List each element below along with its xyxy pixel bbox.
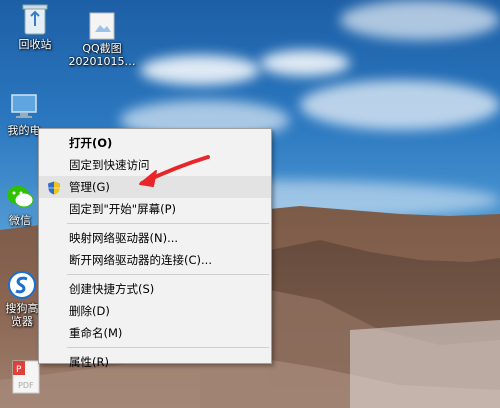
wechat-label: 微信 <box>9 214 31 227</box>
recycle-bin[interactable]: 回收站 <box>0 2 70 51</box>
sogou-browser-icon <box>7 270 37 300</box>
qq-screenshot-file[interactable]: QQ截图 20201015… <box>68 12 136 68</box>
menu-item-pin-quick-access[interactable]: 固定到快速访问 <box>39 154 271 176</box>
qq-screenshot-label: QQ截图 20201015… <box>68 42 136 68</box>
pdf-icon: P PDF <box>12 360 40 394</box>
menu-item-create-shortcut[interactable]: 创建快捷方式(S) <box>39 278 271 300</box>
shield-icon <box>47 180 61 195</box>
menu-item-properties[interactable]: 属性(R) <box>39 351 271 373</box>
recycle-bin-label: 回收站 <box>18 38 52 51</box>
image-file-icon <box>89 12 115 40</box>
wechat[interactable]: 微信 <box>0 182 40 227</box>
menu-item-map-network-drive[interactable]: 映射网络驱动器(N)... <box>39 227 271 249</box>
menu-item-pin-start[interactable]: 固定到"开始"屏幕(P) <box>39 198 271 220</box>
menu-item-manage[interactable]: 管理(G) <box>39 176 271 198</box>
menu-item-delete[interactable]: 删除(D) <box>39 300 271 322</box>
menu-separator <box>67 347 269 348</box>
recycle-bin-icon <box>21 2 49 36</box>
menu-separator <box>67 223 269 224</box>
pdf-icon-text: PDF <box>18 381 34 390</box>
menu-item-manage-label: 管理(G) <box>69 180 110 194</box>
menu-item-rename[interactable]: 重命名(M) <box>39 322 271 344</box>
svg-text:P: P <box>16 365 22 375</box>
context-menu: 打开(O) 固定到快速访问 管理(G) 固定到"开始"屏幕(P) 映射网络驱动器… <box>38 128 272 369</box>
menu-separator <box>67 274 269 275</box>
menu-item-disconnect-network-drive[interactable]: 断开网络驱动器的连接(C)... <box>39 249 271 271</box>
wechat-icon <box>5 182 35 212</box>
computer-icon <box>9 92 39 122</box>
menu-item-open[interactable]: 打开(O) <box>39 132 271 154</box>
